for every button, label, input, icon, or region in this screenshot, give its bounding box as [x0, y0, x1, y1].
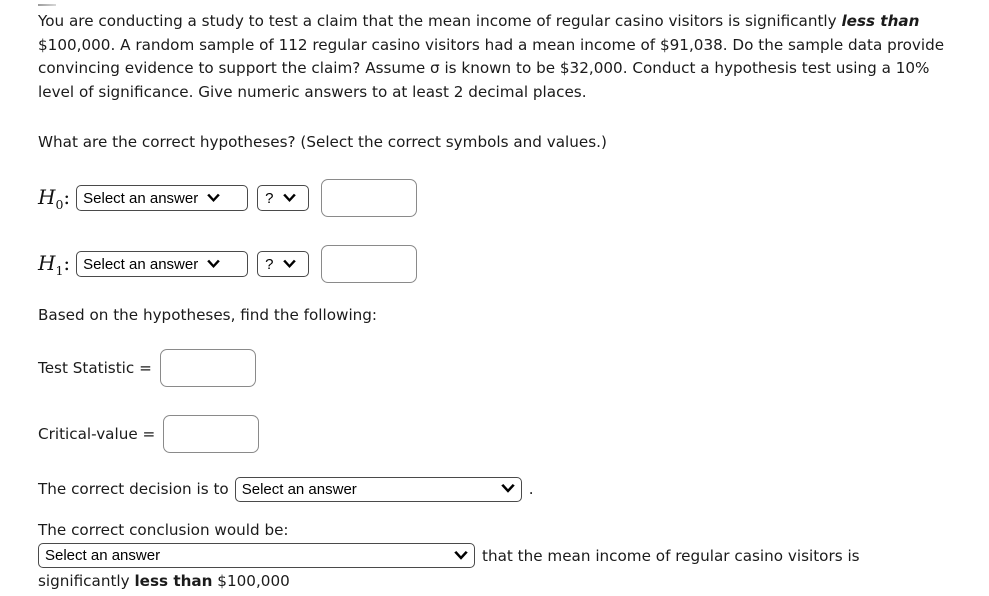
decision-row: The correct decision is to Select an ans…	[38, 475, 534, 503]
test-statistic-input[interactable]	[159, 349, 256, 387]
hypothesis-label-alternative-base: H	[38, 250, 56, 275]
chevron-down-icon	[206, 259, 221, 270]
hypotheses-question: What are the correct hypotheses? (Select…	[38, 133, 607, 151]
test-statistic-label: Test Statistic =	[38, 359, 152, 377]
chevron-down-icon	[206, 193, 221, 204]
worksheet-page: You are conducting a study to test a cla…	[0, 0, 989, 596]
test-statistic-row: Test Statistic =	[38, 348, 256, 388]
hypothesis-label-alternative: H1:	[38, 251, 70, 278]
conclusion-trailing-text: that the mean income of regular casino v…	[482, 546, 860, 565]
hypothesis-label-null: H0:	[38, 185, 70, 212]
hypothesis-label-null-base: H	[38, 184, 56, 209]
conclusion-tail-emphasis: less than	[134, 572, 213, 590]
conclusion-select-value: Select an answer	[45, 547, 161, 564]
conclusion-tail-segment-1: significantly	[38, 572, 135, 590]
conclusion-block: The correct conclusion would be: Select …	[38, 520, 968, 592]
critical-value-row: Critical-value =	[38, 414, 260, 454]
alternative-operator-select-value: ?	[265, 255, 274, 273]
null-operator-select[interactable]: ?	[257, 185, 310, 211]
conclusion-tail-text: significantly less than $100,000	[38, 570, 968, 592]
hypothesis-row-null: H0: Select an answer ?	[38, 179, 418, 217]
problem-segment-emphasis: less than	[841, 12, 920, 30]
problem-segment-1: You are conducting a study to test a cla…	[38, 12, 842, 30]
conclusion-select[interactable]: Select an answer	[38, 543, 475, 568]
problem-statement: You are conducting a study to test a cla…	[38, 10, 953, 104]
null-parameter-select[interactable]: Select an answer	[76, 185, 249, 211]
top-divider-line	[38, 4, 56, 6]
findings-prompt: Based on the hypotheses, find the follow…	[38, 306, 378, 324]
hypothesis-label-alternative-colon: :	[63, 250, 71, 275]
decision-select-value: Select an answer	[241, 480, 357, 498]
null-value-input[interactable]	[321, 179, 418, 217]
null-parameter-select-value: Select an answer	[83, 189, 199, 207]
chevron-down-icon	[500, 483, 516, 495]
conclusion-label: The correct conclusion would be:	[38, 521, 289, 539]
decision-label: The correct decision is to	[38, 480, 229, 498]
alternative-operator-select[interactable]: ?	[257, 251, 310, 277]
hypothesis-row-alternative: H1: Select an answer ?	[38, 245, 418, 283]
chevron-down-icon	[282, 193, 297, 204]
chevron-down-icon	[453, 550, 469, 562]
hypothesis-label-null-colon: :	[63, 184, 71, 209]
null-operator-select-value: ?	[265, 189, 274, 207]
decision-select[interactable]: Select an answer	[234, 476, 522, 502]
alternative-parameter-select[interactable]: Select an answer	[76, 251, 249, 277]
problem-segment-3: $100,000. A random sample of 112 regular…	[38, 35, 945, 101]
alternative-value-input[interactable]	[321, 245, 418, 283]
conclusion-tail-segment-3: $100,000	[212, 572, 290, 590]
chevron-down-icon	[282, 259, 297, 270]
critical-value-input[interactable]	[163, 415, 260, 453]
decision-period: .	[528, 480, 534, 498]
alternative-parameter-select-value: Select an answer	[83, 255, 199, 273]
conclusion-select-row: Select an answer that the mean income of…	[38, 543, 968, 568]
critical-value-label: Critical-value =	[38, 425, 156, 443]
